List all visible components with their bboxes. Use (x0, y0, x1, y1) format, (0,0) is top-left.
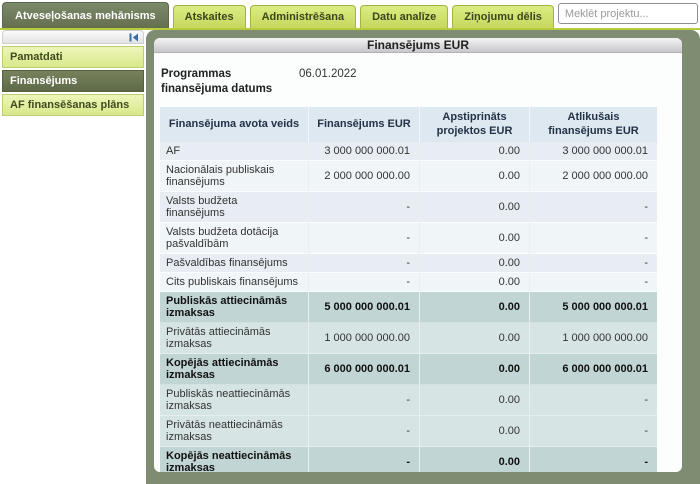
sidebar-item-finansejums[interactable]: Finansējums (2, 70, 144, 92)
program-financing-date-row: Programmas finansējuma datums 06.01.2022 (160, 61, 676, 107)
tab-administresana[interactable]: Administrēšana (250, 5, 357, 28)
approved-value: 0.00 (420, 273, 530, 292)
remaining-value: 2 000 000 000.00 (530, 161, 657, 192)
table-row: Nacionālais publiskais finansējums 2 000… (160, 161, 657, 192)
financing-value: 5 000 000 000.01 (309, 292, 420, 323)
remaining-value: 5 000 000 000.01 (530, 292, 657, 323)
col-header-financing: Finansējums EUR (309, 107, 420, 143)
table-row: Cits publiskais finansējums - 0.00 - (160, 273, 657, 292)
remaining-value: - (530, 254, 657, 273)
main-panel-frame: Finansējums EUR Programmas finansējuma d… (146, 30, 700, 484)
sidebar-item-af-finansesanas-plans[interactable]: AF finansēšanas plāns (2, 94, 144, 116)
remaining-value: 6 000 000 000.01 (530, 354, 657, 385)
approved-value: 0.00 (420, 142, 530, 161)
table-row-total: Kopējās neattiecināmās izmaksas - 0.00 - (160, 447, 657, 472)
program-financing-date-label: Programmas finansējuma datums (161, 67, 299, 97)
table-row: Valsts budžeta finansējums - 0.00 - (160, 192, 657, 223)
remaining-value: - (530, 192, 657, 223)
sidebar: Pamatdati Finansējums AF finansēšanas pl… (0, 30, 146, 484)
row-label: Publiskās attiecināmās izmaksas (160, 292, 309, 323)
financing-value: - (309, 416, 420, 447)
approved-value: 0.00 (420, 254, 530, 273)
financing-value: - (309, 223, 420, 254)
approved-value: 0.00 (420, 292, 530, 323)
content-card: Finansējums EUR Programmas finansējuma d… (154, 38, 682, 472)
table-row: Publiskās neattiecināmās izmaksas - 0.00… (160, 385, 657, 416)
remaining-value: - (530, 223, 657, 254)
table-row: Pašvaldības finansējums - 0.00 - (160, 254, 657, 273)
row-label: Valsts budžeta finansējums (160, 192, 309, 223)
row-label: Publiskās neattiecināmās izmaksas (160, 385, 309, 416)
tab-zinojumu-delis[interactable]: Ziņojumu dēlis (452, 5, 554, 28)
col-header-source-type: Finansējuma avota veids (160, 107, 309, 143)
row-label: Cits publiskais finansējums (160, 273, 309, 292)
table-row: Privātās neattiecināmās izmaksas - 0.00 … (160, 416, 657, 447)
row-label: Pašvaldības finansējums (160, 254, 309, 273)
sidebar-item-pamatdati[interactable]: Pamatdati (2, 46, 144, 68)
row-label: AF (160, 142, 309, 161)
approved-value: 0.00 (420, 223, 530, 254)
col-header-remaining: Atlikušais finansējums EUR (530, 107, 657, 143)
table-row: Valsts budžeta dotācija pašvaldībām - 0.… (160, 223, 657, 254)
program-financing-date-value: 06.01.2022 (299, 67, 357, 97)
table-row-total: Kopējās attiecināmās izmaksas 6 000 000 … (160, 354, 657, 385)
remaining-value: 3 000 000 000.01 (530, 142, 657, 161)
financing-value: 6 000 000 000.01 (309, 354, 420, 385)
tab-datu-analize[interactable]: Datu analīze (360, 5, 448, 28)
sidebar-collapse-icon (129, 33, 139, 42)
financing-value: 2 000 000 000.00 (309, 161, 420, 192)
approved-value: 0.00 (420, 161, 530, 192)
approved-value: 0.00 (420, 354, 530, 385)
remaining-value: - (530, 273, 657, 292)
financing-value: 1 000 000 000.00 (309, 323, 420, 354)
financing-value: - (309, 385, 420, 416)
topbar-right-group: Palīdzība (admin) (558, 2, 700, 28)
approved-value: 0.00 (420, 447, 530, 472)
col-header-approved-projects: Apstiprināts projektos EUR (420, 107, 530, 143)
row-label: Valsts budžeta dotācija pašvaldībām (160, 223, 309, 254)
financing-value: - (309, 192, 420, 223)
tab-atveselosanas-mehanisms[interactable]: Atveseļošanas mehānisms (2, 2, 169, 28)
row-label: Privātās neattiecināmās izmaksas (160, 416, 309, 447)
top-tab-bar: Atveseļošanas mehānisms Atskaites Admini… (0, 0, 700, 28)
table-row: AF 3 000 000 000.01 0.00 3 000 000 000.0… (160, 142, 657, 161)
remaining-value: - (530, 447, 657, 472)
financing-value: - (309, 447, 420, 472)
approved-value: 0.00 (420, 323, 530, 354)
remaining-value: - (530, 385, 657, 416)
remaining-value: - (530, 416, 657, 447)
page-title: Finansējums EUR (154, 38, 682, 53)
table-row-total: Publiskās attiecināmās izmaksas 5 000 00… (160, 292, 657, 323)
approved-value: 0.00 (420, 416, 530, 447)
row-label: Kopējās neattiecināmās izmaksas (160, 447, 309, 472)
financing-value: - (309, 273, 420, 292)
financing-table: Finansējuma avota veids Finansējums EUR … (160, 107, 657, 472)
financing-value: - (309, 254, 420, 273)
approved-value: 0.00 (420, 385, 530, 416)
row-label: Privātās attiecināmās izmaksas (160, 323, 309, 354)
table-header-row: Finansējuma avota veids Finansējums EUR … (160, 107, 657, 143)
tab-atskaites[interactable]: Atskaites (173, 5, 246, 28)
table-row: Privātās attiecināmās izmaksas 1 000 000… (160, 323, 657, 354)
row-label: Nacionālais publiskais finansējums (160, 161, 309, 192)
approved-value: 0.00 (420, 192, 530, 223)
search-input[interactable] (558, 3, 698, 24)
sidebar-collapse-button[interactable] (2, 30, 144, 44)
remaining-value: 1 000 000 000.00 (530, 323, 657, 354)
financing-value: 3 000 000 000.01 (309, 142, 420, 161)
row-label: Kopējās attiecināmās izmaksas (160, 354, 309, 385)
